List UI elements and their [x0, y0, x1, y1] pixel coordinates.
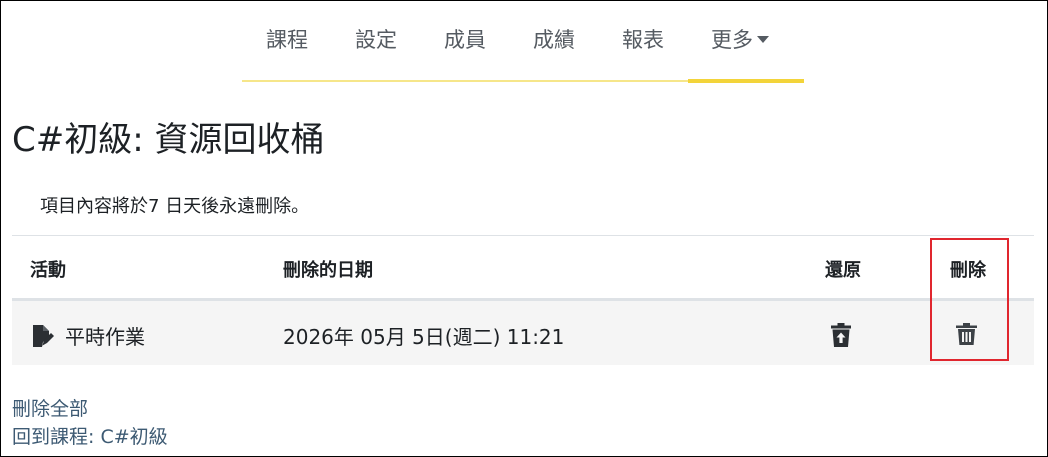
column-header-activity: 活動: [30, 260, 66, 281]
nav-tab-more-label: 更多: [711, 28, 753, 52]
delete-column-highlight: [930, 238, 1009, 361]
delete-all-link[interactable]: 刪除全部: [12, 394, 88, 421]
table-top-divider: [12, 235, 1034, 236]
deleted-date: 2026年 05月 5日(週二) 11:21: [283, 325, 565, 349]
assignment-icon: [30, 324, 54, 352]
recycle-notice: 項目內容將於7 日天後永遠刪除。: [40, 196, 310, 217]
nav-tab-participants[interactable]: 成員: [444, 24, 486, 54]
page-title: C#初級: 資源回收桶: [12, 120, 325, 160]
nav-tab-more[interactable]: 更多: [711, 24, 769, 54]
column-header-restore: 還原: [825, 260, 861, 281]
nav-tab-reports[interactable]: 報表: [622, 24, 664, 54]
nav-tab-grades[interactable]: 成績: [533, 24, 575, 54]
back-to-course-link[interactable]: 回到課程: C#初級: [12, 422, 168, 449]
activity-name[interactable]: 平時作業: [65, 321, 145, 350]
nav-tab-settings[interactable]: 設定: [355, 24, 397, 54]
nav-tab-course[interactable]: 課程: [266, 24, 308, 54]
caret-down-icon: [757, 36, 769, 43]
column-header-deleted-date: 刪除的日期: [283, 260, 373, 281]
restore-trash-icon[interactable]: [831, 323, 851, 351]
nav-active-indicator: [688, 79, 804, 83]
